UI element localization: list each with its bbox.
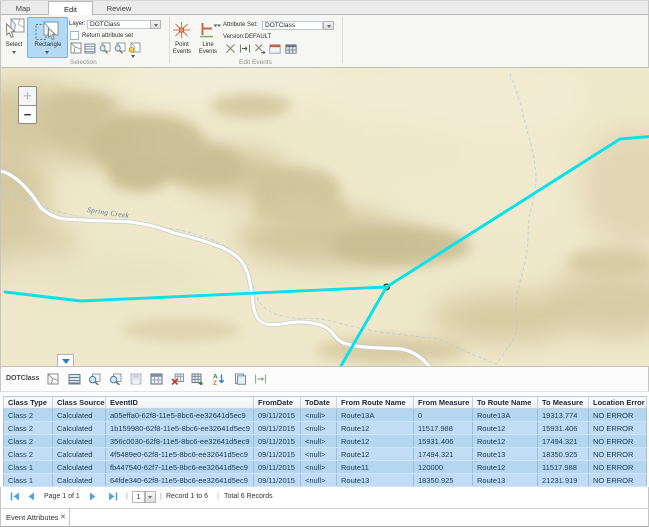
svg-text:Z: Z <box>213 380 217 385</box>
